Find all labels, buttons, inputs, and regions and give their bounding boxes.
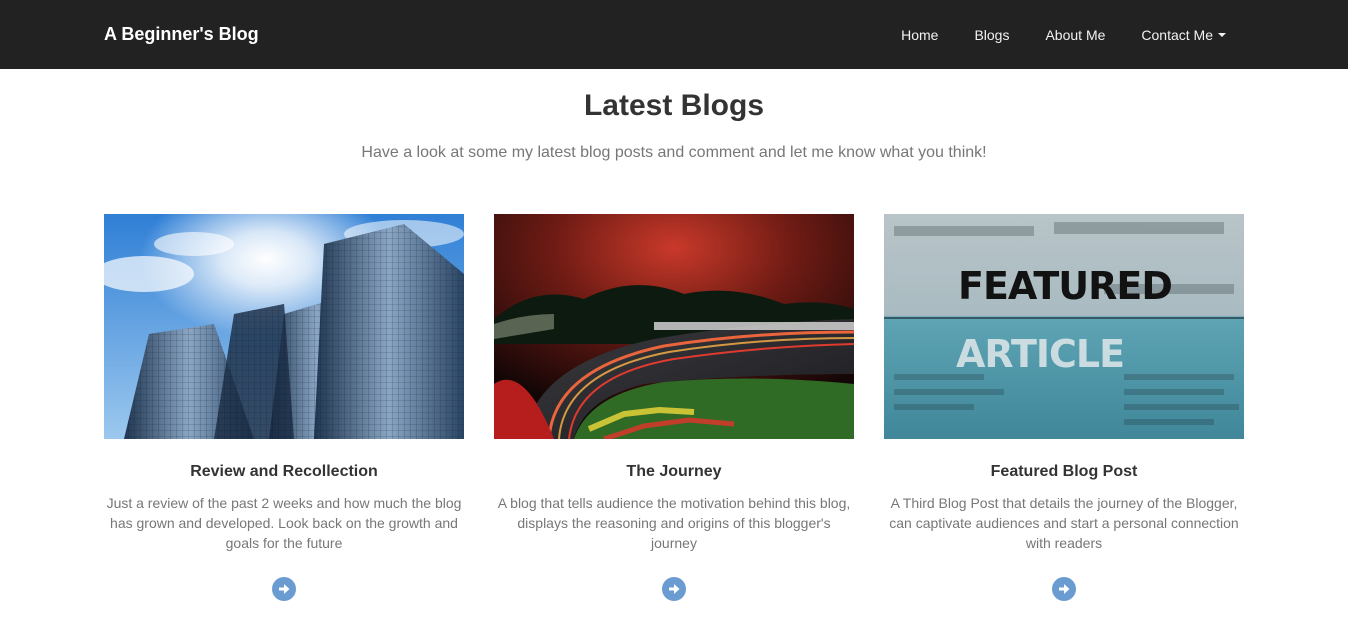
read-more-button[interactable] (1052, 577, 1076, 601)
card-title: Review and Recollection (190, 463, 378, 480)
blog-card: The Journey A blog that tells audience t… (494, 214, 854, 601)
card-description: A blog that tells audience the motivatio… (497, 495, 851, 551)
skyscrapers-image[interactable] (104, 214, 464, 439)
card-description: Just a review of the past 2 weeks and ho… (106, 495, 462, 551)
card-title: The Journey (626, 463, 722, 480)
nav-link-blogs[interactable]: Blogs (956, 25, 1027, 45)
arrow-circle-right-icon (1059, 584, 1070, 594)
top-navbar: A Beginner's Blog Home Blogs About Me Co… (0, 0, 1348, 69)
page-title: Latest Blogs (583, 89, 765, 122)
brand-link[interactable]: A Beginner's Blog (104, 22, 259, 46)
caret-down-icon (1218, 32, 1226, 37)
featured-article-image[interactable]: FEATURED ARTICLE (884, 214, 1244, 439)
arrow-circle-right-icon (669, 584, 680, 594)
blog-card: FEATURED ARTICLE Featured Blog Post A Th… (884, 214, 1244, 601)
read-more-button[interactable] (272, 577, 296, 601)
article-label: ARTICLE (956, 332, 1125, 376)
race-track-night-image[interactable] (494, 214, 854, 439)
nav-link-contact-me-dropdown[interactable]: Contact Me (1123, 25, 1244, 45)
blog-card: Review and Recollection Just a review of… (104, 214, 464, 601)
featured-label: FEATURED (958, 264, 1173, 308)
nav-link-about-me[interactable]: About Me (1027, 25, 1123, 45)
card-description: A Third Blog Post that details the journ… (889, 495, 1239, 551)
nav-link-contact-me-label: Contact Me (1141, 26, 1213, 43)
nav-links: Home Blogs About Me Contact Me (883, 0, 1244, 69)
arrow-circle-right-icon (279, 584, 290, 594)
nav-link-home[interactable]: Home (883, 25, 956, 45)
card-title: Featured Blog Post (990, 463, 1138, 480)
page-subtitle: Have a look at some my latest blog posts… (361, 144, 987, 161)
read-more-button[interactable] (662, 577, 686, 601)
